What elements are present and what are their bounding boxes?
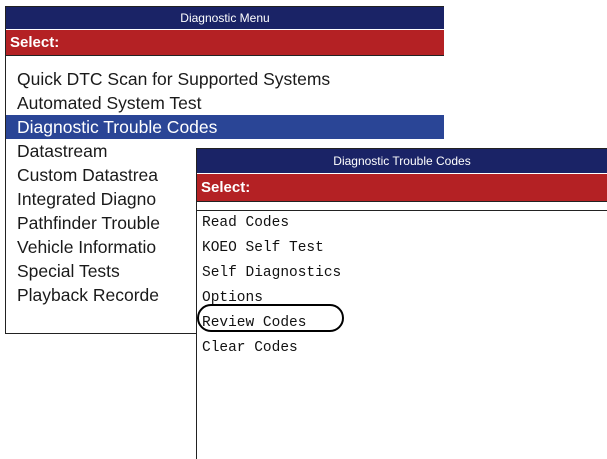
- dtc-item-read-codes[interactable]: Read Codes: [197, 211, 607, 236]
- menu-item-automated-system-test[interactable]: Automated System Test: [6, 91, 444, 115]
- dtc-select-label: Select:: [201, 179, 251, 196]
- diagnostic-menu-title: Diagnostic Menu: [180, 11, 270, 25]
- dtc-item-clear-codes[interactable]: Clear Codes: [197, 336, 607, 361]
- diagnostic-menu-select-label: Select:: [10, 34, 60, 51]
- dtc-item-self-diagnostics[interactable]: Self Diagnostics: [197, 261, 607, 286]
- dtc-item-koeo-self-test[interactable]: KOEO Self Test: [197, 236, 607, 261]
- dtc-select-bar: Select:: [197, 173, 607, 202]
- review-codes-highlight-oval: [197, 304, 344, 332]
- diagnostic-menu-select-bar: Select:: [6, 29, 444, 56]
- menu-item-quick-dtc-scan[interactable]: Quick DTC Scan for Supported Systems: [6, 67, 444, 91]
- dtc-list: Read Codes KOEO Self Test Self Diagnosti…: [197, 210, 607, 361]
- menu-item-diagnostic-trouble-codes[interactable]: Diagnostic Trouble Codes: [6, 115, 444, 139]
- diagnostic-menu-title-bar: Diagnostic Menu: [6, 7, 444, 29]
- dtc-title-bar: Diagnostic Trouble Codes: [197, 149, 607, 173]
- dtc-title: Diagnostic Trouble Codes: [333, 154, 471, 168]
